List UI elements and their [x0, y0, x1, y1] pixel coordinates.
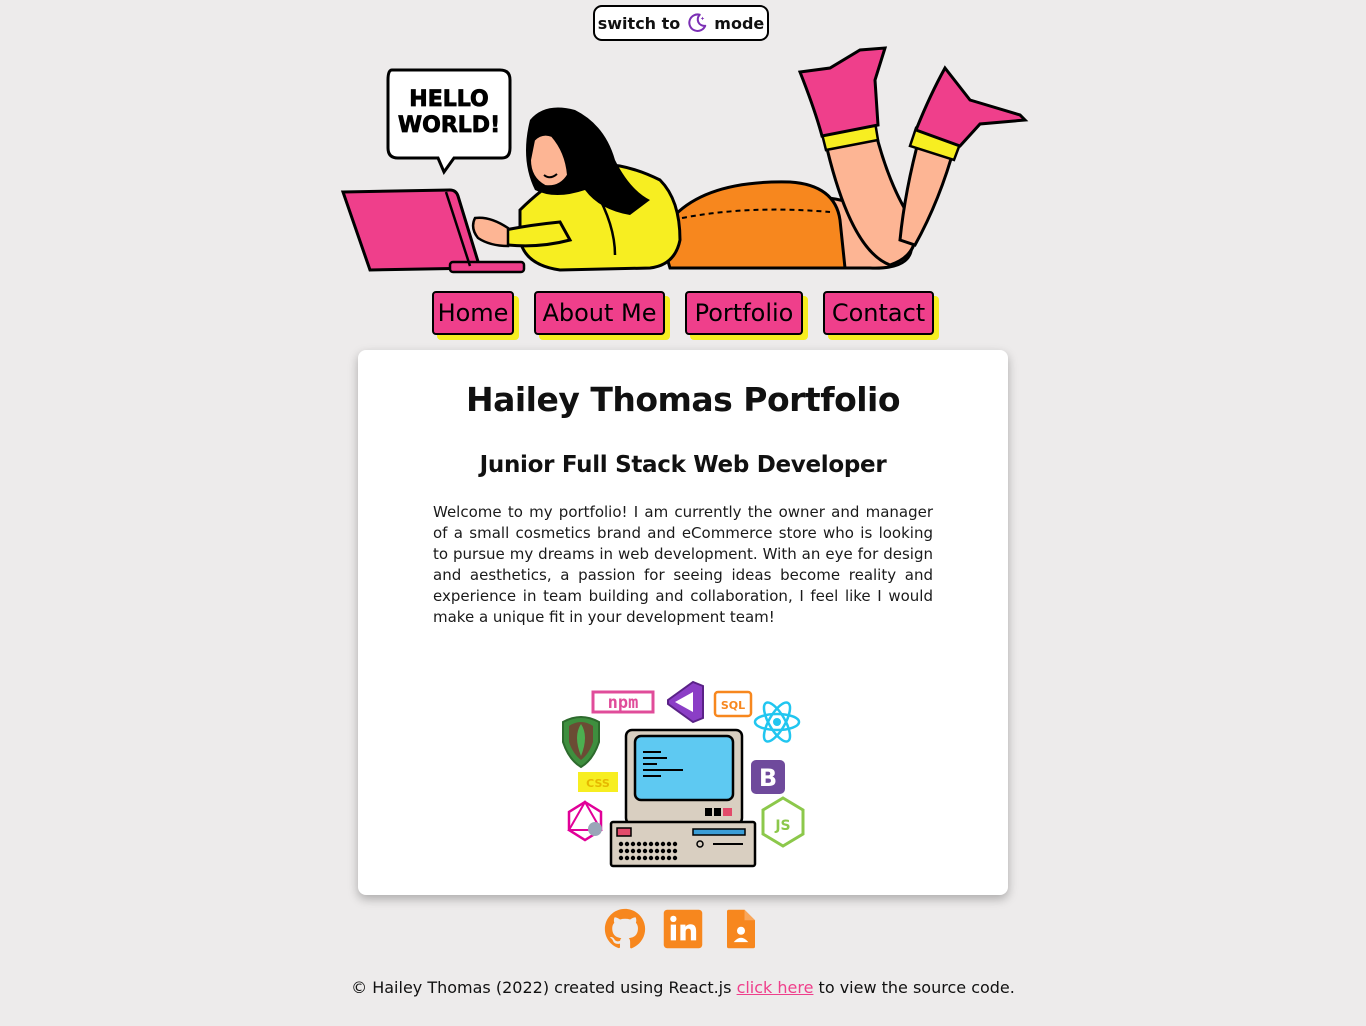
linkedin-icon[interactable] [662, 908, 704, 950]
nav-item-portfolio[interactable]: Portfolio [685, 291, 803, 335]
svg-text:B: B [759, 764, 777, 792]
nodejs-icon: JS [761, 796, 805, 848]
tech-stack-illustration: npm SQL CSS B JS [553, 672, 813, 872]
page-title: Hailey Thomas Portfolio [465, 380, 901, 419]
mode-toggle-suffix: mode [714, 13, 765, 33]
sql-icon: SQL [713, 690, 753, 718]
npm-icon: npm [591, 690, 655, 714]
graphql-icon [567, 799, 603, 842]
footer-suffix: to view the source code. [818, 978, 1015, 997]
svg-text:SQL: SQL [721, 699, 745, 712]
source-code-link[interactable]: click here [737, 978, 814, 997]
svg-text:npm: npm [608, 693, 639, 713]
speech-bubble-line1: HELLO [409, 87, 488, 112]
svg-text:JS: JS [774, 818, 790, 834]
mode-toggle-button[interactable]: switch to mode [593, 5, 769, 41]
page-subtitle: Junior Full Stack Web Developer [479, 452, 887, 478]
footer: © Hailey Thomas (2022) created using Rea… [0, 978, 1366, 997]
mode-toggle-prefix: switch to [597, 13, 681, 33]
nav-item-home[interactable]: Home [432, 291, 514, 335]
react-icon [753, 701, 801, 743]
visual-studio-icon [667, 680, 704, 724]
main-nav: Home About Me Portfolio Contact [0, 291, 1366, 339]
svg-text:CSS: CSS [586, 777, 610, 790]
intro-paragraph: Welcome to my portfolio! I am currently … [433, 503, 933, 626]
nav-item-contact[interactable]: Contact [823, 291, 934, 335]
mongodb-icon [562, 716, 600, 769]
nav-item-about-me[interactable]: About Me [534, 291, 665, 335]
footer-copyright: © Hailey Thomas (2022) created using Rea… [351, 978, 732, 997]
nav-item-label: Home [437, 299, 509, 327]
resume-file-icon[interactable] [720, 908, 762, 950]
intro-card: Hailey Thomas Portfolio Junior Full Stac… [358, 350, 1008, 895]
nav-item-label: About Me [542, 299, 657, 327]
speech-bubble-line2: WORLD! [398, 113, 500, 138]
moon-icon [686, 12, 708, 34]
girl-with-laptop-illustration: HELLO WORLD! [340, 46, 1029, 274]
social-links [0, 908, 1366, 952]
bootstrap-icon: B [751, 760, 785, 794]
retro-computer-icon [609, 728, 757, 868]
nav-item-label: Contact [831, 299, 926, 327]
css-icon: CSS [578, 772, 618, 792]
hero-illustration: HELLO WORLD! [330, 40, 1030, 280]
github-icon[interactable] [604, 908, 646, 950]
nav-item-label: Portfolio [694, 299, 794, 327]
